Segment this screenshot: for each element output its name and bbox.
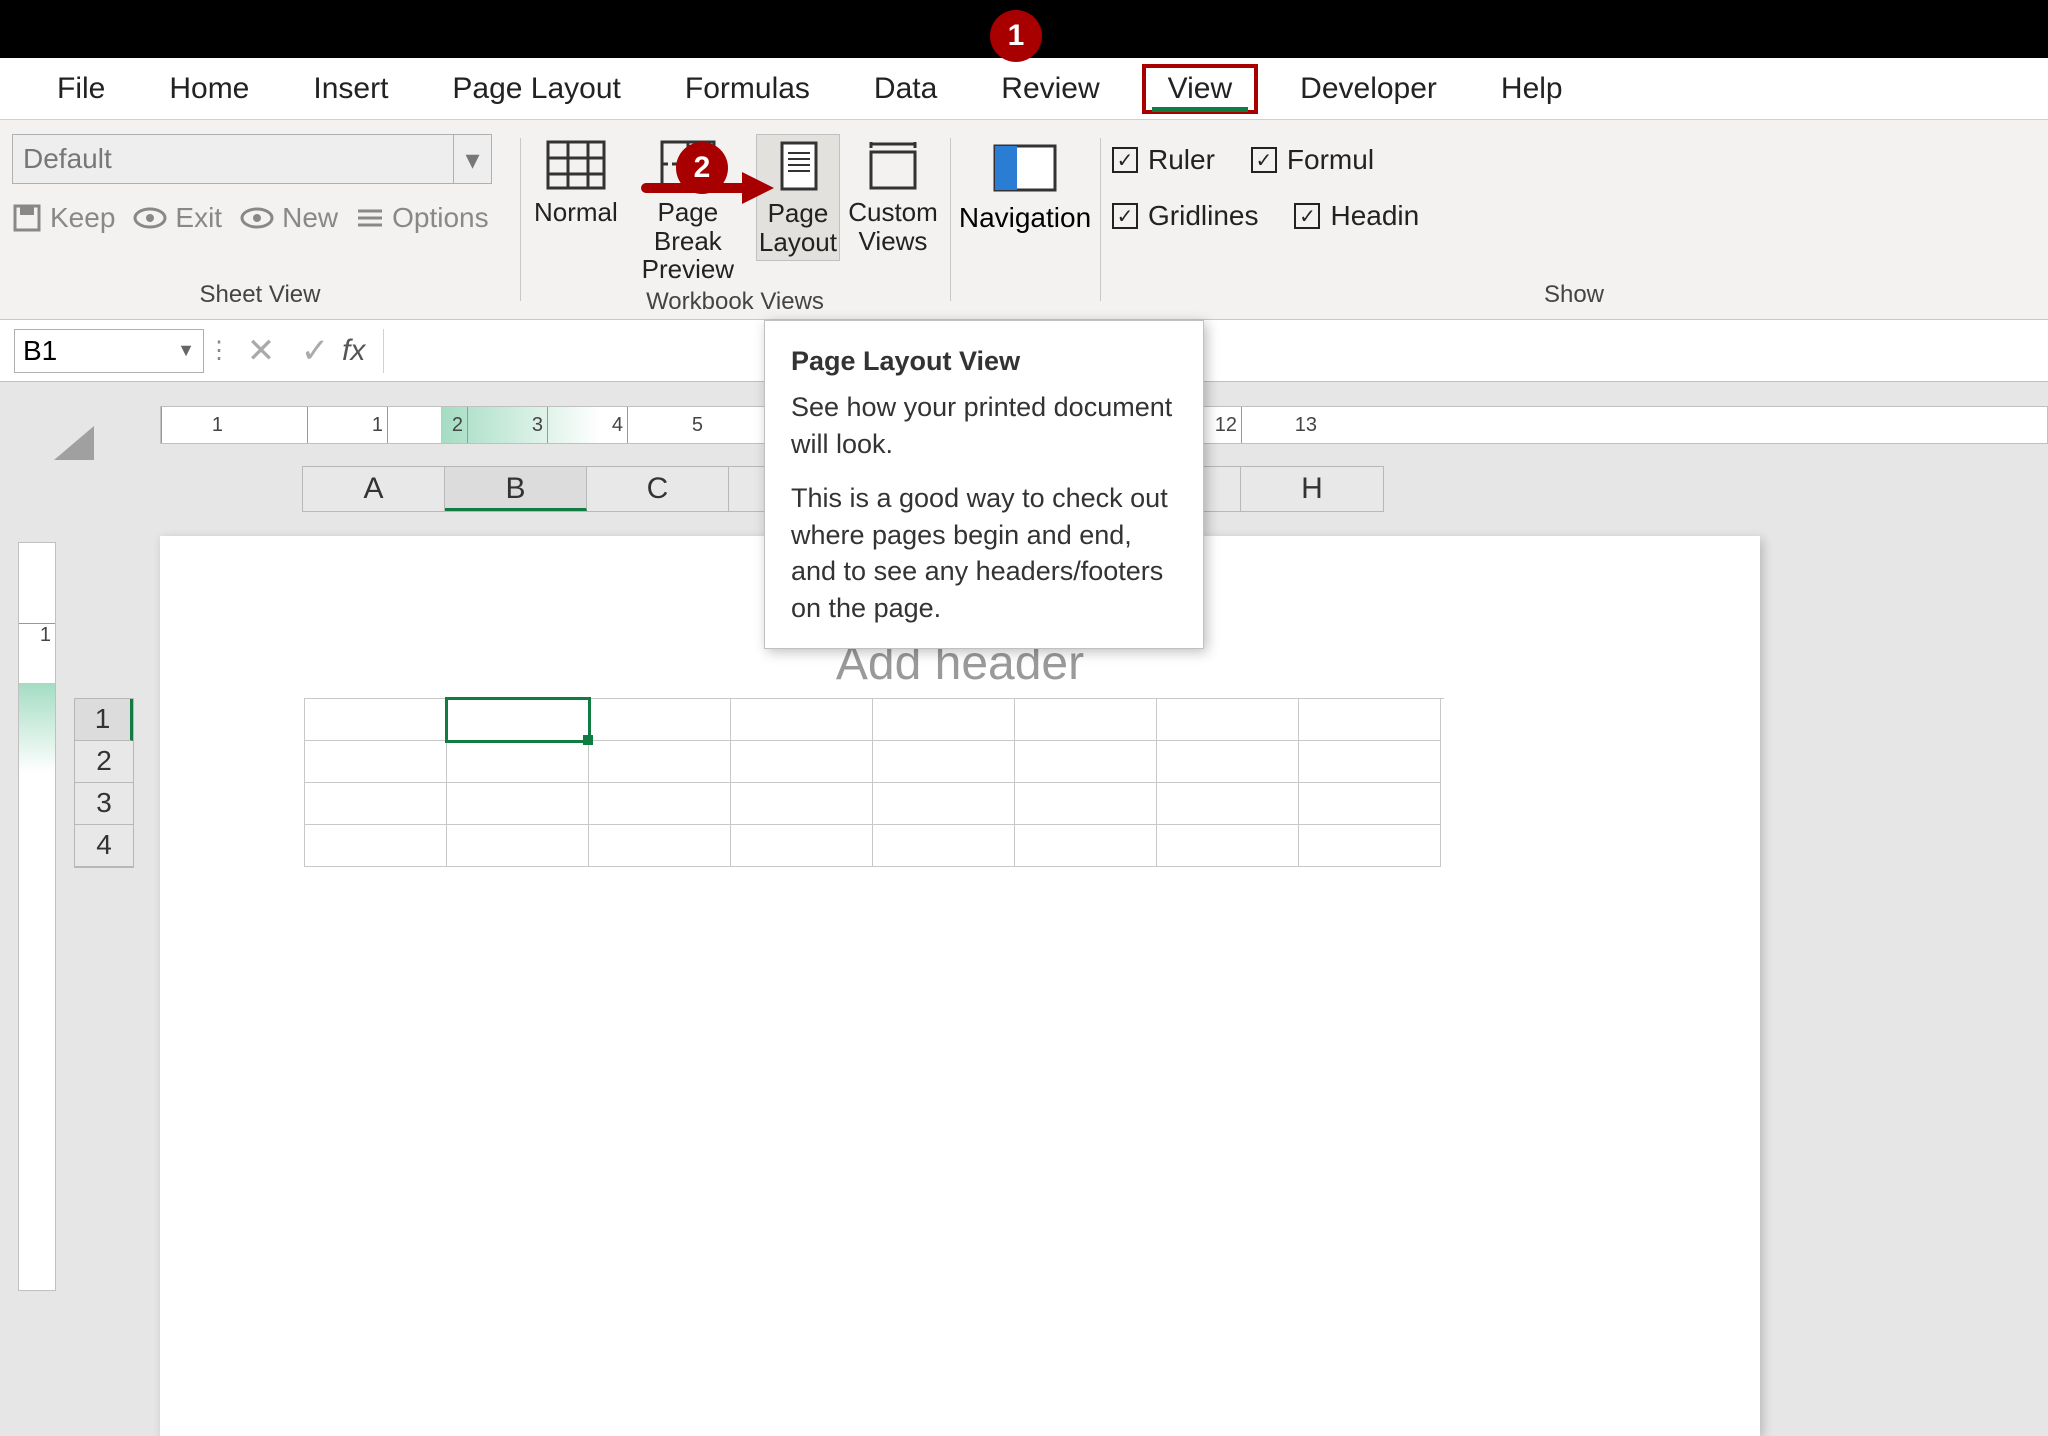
select-all-triangle[interactable] [54, 426, 94, 460]
group-workbook-views: Normal Page Break Preview Page Layout Cu… [520, 120, 950, 319]
grip-icon[interactable]: ⋮ [204, 336, 234, 365]
navigation-icon [989, 140, 1061, 196]
ruler-tick: 4 [547, 407, 627, 443]
sheet-view-new-button[interactable]: New [240, 202, 338, 234]
tooltip-title: Page Layout View [791, 343, 1177, 379]
headings-checkbox[interactable]: ✓Headin [1294, 200, 1419, 232]
sheet-view-options-button[interactable]: Options [356, 202, 489, 234]
check-icon: ✓ [1251, 147, 1277, 173]
page-layout-tooltip: Page Layout View See how your printed do… [764, 320, 1204, 649]
tooltip-body-2: This is a good way to check out where pa… [791, 480, 1177, 626]
ruler-tick: 1 [161, 407, 227, 443]
col-header-b[interactable]: B [445, 467, 587, 511]
enter-button[interactable]: ✓ [288, 331, 342, 371]
ruler-tick: 3 [467, 407, 547, 443]
sheet-view-exit-button[interactable]: Exit [133, 202, 222, 234]
fill-handle[interactable] [583, 735, 593, 745]
tab-data[interactable]: Data [852, 68, 959, 110]
group-show: ✓Ruler ✓Formul ✓Gridlines ✓Headin Show [1100, 120, 2048, 319]
ruler-tick: 13 [1241, 407, 1321, 443]
row-header-3[interactable]: 3 [75, 783, 133, 825]
eye-new-icon [240, 206, 274, 230]
cancel-button[interactable]: ✕ [234, 331, 288, 371]
col-header-h[interactable]: H [1241, 467, 1383, 511]
custom-views-icon [861, 138, 925, 192]
check-icon: ✓ [1112, 147, 1138, 173]
ruler-margin-shade-v [19, 683, 55, 773]
check-icon: ✓ [1294, 203, 1320, 229]
group-label-show: Show [1112, 281, 2036, 313]
formula-bar-checkbox[interactable]: ✓Formul [1251, 144, 1374, 176]
cell-grid[interactable] [304, 698, 1444, 867]
sheet-view-keep-button[interactable]: Keep [12, 202, 115, 234]
grid-icon [544, 138, 608, 192]
tab-view[interactable]: View [1142, 64, 1258, 114]
ribbon-tabs: File Home Insert Page Layout Formulas Da… [0, 58, 2048, 120]
navigation-button[interactable]: Navigation [962, 134, 1088, 234]
tab-home[interactable]: Home [147, 68, 271, 110]
ruler-checkbox[interactable]: ✓Ruler [1112, 144, 1215, 176]
check-icon: ✓ [1112, 203, 1138, 229]
list-icon [356, 206, 384, 230]
normal-view-button[interactable]: Normal [532, 134, 620, 231]
tab-developer[interactable]: Developer [1278, 68, 1459, 110]
save-icon [12, 203, 42, 233]
tooltip-body-1: See how your printed document will look. [791, 389, 1177, 462]
formula-input[interactable] [383, 329, 2048, 373]
chevron-down-icon[interactable]: ▾ [453, 135, 491, 183]
callout-1: 1 [990, 10, 1042, 62]
sheet-view-combo[interactable]: Default ▾ [12, 134, 492, 184]
selected-cell[interactable] [445, 697, 591, 743]
tab-page-layout[interactable]: Page Layout [430, 68, 642, 110]
gridlines-checkbox[interactable]: ✓Gridlines [1112, 200, 1258, 232]
tab-insert[interactable]: Insert [291, 68, 410, 110]
ruler-vtick: 1 [19, 623, 55, 647]
ribbon-body: Default ▾ Keep Exit New Options [0, 120, 2048, 320]
insert-function-button[interactable]: fx [342, 334, 383, 368]
group-sheet-view: Default ▾ Keep Exit New Options [0, 120, 520, 319]
name-box[interactable]: B1 ▼ [14, 329, 204, 373]
page-preview: Add header [160, 536, 1760, 1436]
col-header-c[interactable]: C [587, 467, 729, 511]
group-label-sheet-view: Sheet View [12, 281, 508, 313]
callout-2: 2 [676, 142, 728, 194]
tab-review[interactable]: Review [979, 68, 1121, 110]
row-header-1[interactable]: 1 [75, 699, 133, 741]
row-header-2[interactable]: 2 [75, 741, 133, 783]
vertical-ruler[interactable]: 1 [18, 542, 56, 1291]
eye-exit-icon [133, 206, 167, 230]
ruler-tick: 1 [307, 407, 387, 443]
col-header-a[interactable]: A [303, 467, 445, 511]
tab-file[interactable]: File [35, 68, 127, 110]
group-navigation: Navigation [950, 120, 1100, 319]
ruler-tick: 5 [627, 407, 707, 443]
tab-formulas[interactable]: Formulas [663, 68, 832, 110]
row-header-4[interactable]: 4 [75, 825, 133, 867]
group-label-workbook-views: Workbook Views [532, 288, 938, 320]
row-headers[interactable]: 1 2 3 4 [74, 698, 134, 868]
chevron-down-icon[interactable]: ▼ [177, 340, 195, 361]
custom-views-button[interactable]: Custom Views [848, 134, 938, 259]
sheet-view-combo-value: Default [23, 143, 112, 175]
ruler-tick: 2 [387, 407, 467, 443]
tab-help[interactable]: Help [1479, 68, 1585, 110]
